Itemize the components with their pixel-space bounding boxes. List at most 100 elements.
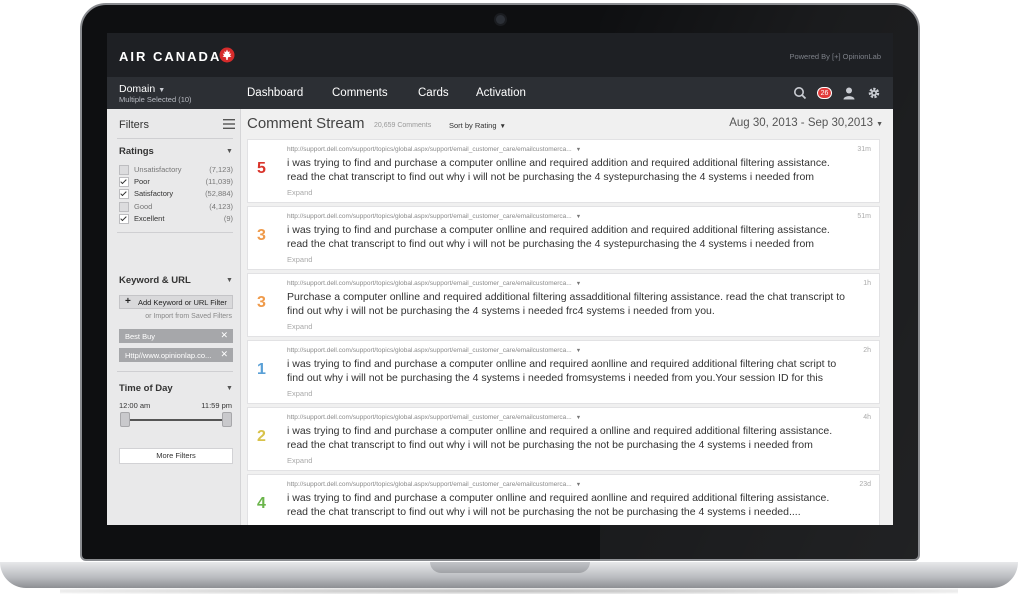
rating-count: (4,123) [209, 202, 233, 211]
comment-text: Purchase a computer onlline and required… [287, 291, 845, 317]
domain-selection: Multiple Selected (10) [119, 95, 192, 104]
divider [117, 232, 233, 233]
date-range-picker[interactable]: Aug 30, 2013 - Sep 30,2013 ▼ [729, 117, 883, 129]
rating-filter-poor[interactable]: Poor (11,039) [119, 176, 233, 188]
comment-card[interactable]: 4 http://support.dell.com/support/topics… [247, 474, 880, 525]
chevron-down-icon[interactable]: ▼ [226, 385, 233, 392]
tab-activation[interactable]: Activation [476, 87, 526, 99]
timestamp: 4h [863, 414, 871, 421]
camera-icon [496, 15, 505, 24]
rating-score: 2 [257, 428, 266, 445]
rating-label: Unsatisfactory [134, 165, 182, 174]
rating-label: Excellent [134, 214, 165, 223]
divider [117, 138, 233, 139]
slider-handle-start[interactable] [120, 412, 130, 427]
checkbox[interactable] [119, 214, 129, 224]
chevron-down-icon: ▼ [158, 87, 166, 94]
expand-link[interactable]: Expand [287, 255, 312, 264]
divider [117, 371, 233, 372]
url-text: http://support.dell.com/support/topics/g… [287, 213, 572, 220]
close-icon[interactable]: ✕ [220, 330, 228, 341]
expand-link[interactable]: Expand [287, 188, 312, 197]
comment-url[interactable]: http://support.dell.com/support/topics/g… [287, 280, 581, 287]
filters-sidebar: Filters Ratings ▼ Unsatisfactory (7,123)… [107, 109, 241, 525]
tab-comments[interactable]: Comments [332, 87, 388, 99]
rating-filter-good[interactable]: Good (4,123) [119, 201, 233, 213]
comment-text: i was trying to find and purchase a comp… [287, 157, 830, 183]
url-text: http://support.dell.com/support/topics/g… [287, 347, 572, 354]
comment-text: i was trying to find and purchase a comp… [287, 358, 837, 384]
brand-name: AIR CANADA [119, 49, 222, 64]
comment-text: i was trying to find and purchase a comp… [287, 492, 830, 518]
rating-filter-unsatisfactory[interactable]: Unsatisfactory (7,123) [119, 164, 233, 176]
nav-bar: Domain ▼ Multiple Selected (10) Dashboard… [107, 77, 893, 109]
comment-stream: Comment Stream 20,659 Comments Sort by R… [241, 109, 893, 525]
expand-link[interactable]: Expand [287, 389, 312, 398]
tab-cards[interactable]: Cards [418, 87, 449, 99]
chevron-down-icon[interactable]: ▼ [226, 277, 233, 284]
tab-dashboard[interactable]: Dashboard [247, 87, 303, 99]
close-icon[interactable]: ✕ [220, 349, 228, 360]
checkbox[interactable] [119, 165, 129, 175]
sort-dropdown[interactable]: Sort by Rating ▼ [449, 121, 506, 130]
expand-link[interactable]: Expand [287, 456, 312, 465]
add-keyword-filter-button[interactable]: + Add Keyword or URL Filter [119, 295, 233, 309]
comment-url[interactable]: http://support.dell.com/support/topics/g… [287, 213, 581, 220]
comment-url[interactable]: http://support.dell.com/support/topics/g… [287, 481, 581, 488]
chevron-down-icon: ▼ [499, 123, 506, 130]
comment-card[interactable]: 3 http://support.dell.com/support/topics… [247, 273, 880, 337]
comment-url[interactable]: http://support.dell.com/support/topics/g… [287, 347, 581, 354]
sort-label: Sort by Rating [449, 121, 497, 130]
url-text: http://support.dell.com/support/topics/g… [287, 414, 572, 421]
comment-count: 20,659 Comments [374, 122, 432, 129]
checkbox[interactable] [119, 189, 129, 199]
rating-label: Good [134, 202, 153, 211]
timestamp: 23d [859, 481, 871, 488]
more-filters-button[interactable]: More Filters [119, 448, 233, 464]
chevron-down-icon: ▼ [575, 281, 582, 287]
rating-filter-satisfactory[interactable]: Satisfactory (52,884) [119, 188, 233, 200]
filters-title: Filters [119, 119, 149, 131]
url-text: http://support.dell.com/support/topics/g… [287, 146, 572, 153]
comment-text: i was trying to find and purchase a comp… [287, 224, 830, 250]
notification-badge[interactable]: 26 [817, 87, 832, 99]
chevron-down-icon[interactable]: ▼ [226, 148, 233, 155]
chevron-down-icon: ▼ [575, 214, 582, 220]
comment-card[interactable]: 1 http://support.dell.com/support/topics… [247, 340, 880, 404]
chevron-down-icon: ▼ [575, 482, 582, 488]
expand-link[interactable]: Expand [287, 322, 312, 331]
comment-card[interactable]: 2 http://support.dell.com/support/topics… [247, 407, 880, 471]
url-text: http://support.dell.com/support/topics/g… [287, 280, 572, 287]
checkbox[interactable] [119, 202, 129, 212]
rating-count: (52,884) [205, 189, 233, 198]
time-start-label: 12:00 am [119, 401, 151, 410]
checkbox[interactable] [119, 177, 129, 187]
rating-filter-excellent[interactable]: Excellent (9) [119, 213, 233, 225]
comment-card[interactable]: 3 http://support.dell.com/support/topics… [247, 206, 880, 270]
rating-score: 3 [257, 294, 266, 311]
rating-count: (9) [223, 214, 233, 223]
slider-handle-end[interactable] [222, 412, 232, 427]
rating-label: Satisfactory [134, 189, 174, 198]
date-range-label: Aug 30, 2013 - Sep 30,2013 [729, 117, 874, 129]
gear-icon[interactable] [867, 86, 881, 100]
comment-card[interactable]: 5 http://support.dell.com/support/topics… [247, 139, 880, 203]
domain-label: Domain [119, 83, 156, 95]
domain-selector[interactable]: Domain ▼ [119, 83, 165, 95]
user-icon[interactable] [842, 86, 856, 100]
filter-chip[interactable]: Best Buy ✕ [119, 329, 233, 343]
comment-url[interactable]: http://support.dell.com/support/topics/g… [287, 414, 581, 421]
menu-icon[interactable] [223, 119, 235, 129]
search-icon[interactable] [793, 86, 807, 100]
comment-url[interactable]: http://support.dell.com/support/topics/g… [287, 146, 581, 153]
import-saved-filters-link[interactable]: or Import from Saved Filters [145, 313, 232, 320]
chevron-down-icon: ▼ [575, 415, 582, 421]
time-slider-track[interactable] [125, 419, 227, 421]
plus-icon: + [125, 296, 131, 307]
filter-chip[interactable]: Http//www.opinionlap.co... ✕ [119, 348, 233, 362]
top-bar: AIR CANADA Powered By [+] OpinionLab [107, 33, 893, 77]
comment-text: i was trying to find and purchase a comp… [287, 425, 833, 451]
rating-score: 4 [257, 495, 266, 512]
powered-by-label: Powered By [+] OpinionLab [789, 52, 881, 61]
maple-leaf-logo-icon [219, 47, 235, 63]
